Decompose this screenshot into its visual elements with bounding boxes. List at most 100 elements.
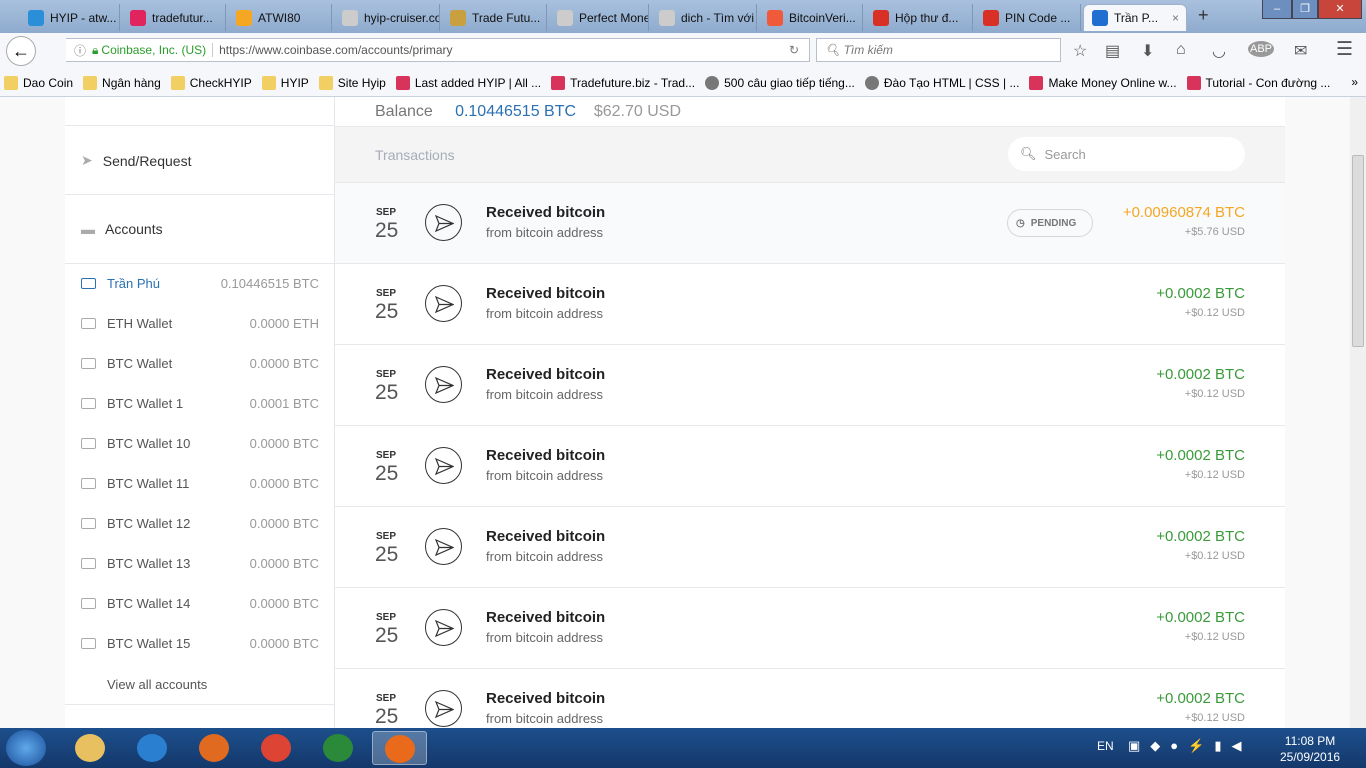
page-scrollbar[interactable] — [1350, 97, 1366, 728]
download-icon[interactable]: ⬇ — [1141, 41, 1154, 61]
transaction-amount: +0.00960874 BTC — [1122, 204, 1245, 221]
reload-icon[interactable]: ↻ — [789, 43, 799, 57]
transaction-row[interactable]: SEP 25 Received bitcoin from bitcoin addres… — [335, 587, 1285, 668]
start-button[interactable] — [6, 730, 46, 766]
menu-icon[interactable]: ☰ — [1336, 38, 1353, 61]
home-icon[interactable]: ⌂ — [1176, 41, 1186, 59]
browser-search-input[interactable]: 🔍︎ Tìm kiếm — [816, 38, 1061, 62]
bookmark-item[interactable]: Ngân hàng — [83, 75, 161, 90]
browser-tab[interactable]: ATWI80 — [228, 4, 332, 31]
received-icon — [425, 690, 462, 727]
browser-tab[interactable]: Trade Futu... — [442, 4, 547, 31]
sidebar-wallet-item[interactable]: ETH Wallet 0.0000 ETH — [81, 316, 319, 331]
transaction-row[interactable]: SEP 25 Received bitcoin from bitcoin addres… — [335, 506, 1285, 587]
bookmark-item[interactable]: Đào Tạo HTML | CSS | ... — [864, 75, 1019, 90]
tab-favicon-icon — [28, 9, 44, 26]
received-icon — [425, 285, 462, 322]
close-window-button[interactable]: ✕ — [1318, 0, 1362, 19]
transaction-row[interactable]: SEP 25 Received bitcoin from bitcoin addres… — [335, 263, 1285, 344]
pocket-icon[interactable]: ◡ — [1212, 41, 1226, 61]
new-tab-button[interactable]: + — [1198, 5, 1209, 26]
transaction-row[interactable]: SEP 25 Received bitcoin from bitcoin addres… — [335, 425, 1285, 506]
transaction-amount: +0.0002 BTC — [1156, 690, 1245, 707]
bookmark-star-icon[interactable]: ☆ — [1073, 41, 1087, 61]
bookmark-item[interactable]: Site Hyip — [318, 75, 386, 90]
taskbar-app-excel[interactable] — [310, 731, 365, 765]
extension-icon[interactable]: ✉ — [1294, 41, 1307, 61]
sidebar: ➤ Send/Request ▬ Accounts View all account… — [65, 97, 335, 728]
taskbar-app-media-player[interactable] — [186, 731, 241, 765]
bookmark-item[interactable]: CheckHYIP — [170, 75, 252, 90]
status-badge: ◷ PENDING — [1007, 209, 1093, 237]
bookmark-label: 500 câu giao tiếp tiếng... — [724, 75, 855, 90]
wallet-icon — [81, 358, 96, 369]
taskbar-app-windows-explorer[interactable] — [62, 731, 117, 765]
tab-title: tradefutur... — [152, 10, 213, 25]
transaction-usd: +$0.12 USD — [1184, 712, 1245, 724]
tab-title: BitcoinVeri... — [789, 10, 856, 25]
transactions-search-input[interactable]: 🔍︎ Search — [1008, 137, 1245, 171]
sidebar-item-send-request[interactable]: ➤ Send/Request — [81, 152, 191, 169]
scrollbar-thumb[interactable] — [1352, 155, 1364, 347]
browser-tab[interactable]: HYIP - atw... — [20, 4, 120, 31]
bookmark-item[interactable]: Tutorial - Con đường ... — [1186, 75, 1330, 90]
maximize-button[interactable]: ❐ — [1292, 0, 1318, 19]
browser-tab[interactable]: BitcoinVeri... — [759, 4, 863, 31]
browser-tab[interactable]: Trần P... × — [1083, 4, 1187, 31]
transaction-source: from bitcoin address — [486, 549, 604, 564]
browser-tab[interactable]: dich - Tìm với ... — [651, 4, 757, 31]
transaction-row[interactable]: SEP 25 Received bitcoin from bitcoin addres… — [335, 344, 1285, 425]
transaction-row[interactable]: SEP 25 Received bitcoin from bitcoin addres… — [335, 182, 1285, 263]
wallet-name: Trần Phú — [107, 276, 160, 291]
view-all-accounts-link[interactable]: View all accounts — [107, 677, 207, 692]
close-tab-icon[interactable]: × — [1172, 11, 1179, 25]
bookmark-item[interactable]: Dao Coin — [4, 75, 73, 90]
app-icon — [322, 734, 353, 762]
sidebar-wallet-item[interactable]: BTC Wallet 15 0.0000 BTC — [81, 636, 319, 651]
bookmark-item[interactable]: 500 câu giao tiếp tiếng... — [705, 75, 855, 90]
received-icon — [425, 447, 462, 484]
browser-tab[interactable]: PIN Code ... — [975, 4, 1081, 31]
tab-favicon-icon — [557, 9, 573, 26]
site-icon — [395, 75, 410, 90]
browser-tab[interactable]: Hộp thư đ... — [865, 4, 973, 31]
sidebar-wallet-item[interactable]: BTC Wallet 10 0.0000 BTC — [81, 436, 319, 451]
bookmark-item[interactable]: Make Money Online w... — [1029, 75, 1177, 90]
bookmarks-overflow-button[interactable]: » — [1351, 75, 1358, 89]
sidebar-wallet-item[interactable]: BTC Wallet 13 0.0000 BTC — [81, 556, 319, 571]
transaction-title: Received bitcoin — [486, 366, 606, 383]
minimize-button[interactable]: – — [1262, 0, 1292, 19]
sidebar-wallet-item[interactable]: BTC Wallet 14 0.0000 BTC — [81, 596, 319, 611]
sidebar-wallet-item[interactable]: BTC Wallet 1 0.0001 BTC — [81, 396, 319, 411]
taskbar-app-firefox[interactable] — [372, 731, 427, 765]
url-text[interactable]: https://www.coinbase.com/accounts/primar… — [212, 43, 453, 57]
browser-tab[interactable]: Perfect Money... — [549, 4, 649, 31]
url-bar[interactable]: ⓘ 🔒︎ Coinbase, Inc. (US) https://www.coi… — [66, 38, 810, 62]
language-indicator[interactable]: EN — [1097, 739, 1114, 753]
search-placeholder: Search — [1044, 146, 1086, 162]
taskbar-app-internet-explorer[interactable] — [124, 731, 179, 765]
wallet-icon — [81, 318, 96, 329]
browser-tab[interactable]: hyip-cruiser.co... — [334, 4, 440, 31]
adblock-icon[interactable]: ABP — [1248, 41, 1275, 57]
bookmark-label: Last added HYIP | All ... — [414, 75, 542, 90]
bookmark-item[interactable]: HYIP — [261, 75, 309, 90]
reading-list-icon[interactable]: ▤ — [1105, 41, 1120, 61]
sidebar-wallet-item[interactable]: BTC Wallet 12 0.0000 BTC — [81, 516, 319, 531]
bookmark-item[interactable]: Last added HYIP | All ... — [395, 75, 542, 90]
wallet-icon — [81, 558, 96, 569]
bookmark-item[interactable]: Tradefuture.biz - Trad... — [551, 75, 695, 90]
page-info-icon[interactable]: ⓘ — [74, 42, 86, 59]
wallet-icon — [81, 438, 96, 449]
sidebar-wallet-item[interactable]: BTC Wallet 0.0000 BTC — [81, 356, 319, 371]
tray-icons[interactable]: ▣◆●⚡▮◀ — [1128, 738, 1251, 754]
sidebar-wallet-item[interactable]: BTC Wallet 11 0.0000 BTC — [81, 476, 319, 491]
transaction-row[interactable]: SEP 25 Received bitcoin from bitcoin addres… — [335, 668, 1285, 728]
taskbar-app-chrome[interactable] — [248, 731, 303, 765]
back-button[interactable]: ← — [6, 36, 36, 66]
sidebar-item-accounts[interactable]: ▬ Accounts — [81, 221, 163, 237]
clock[interactable]: 11:08 PM 25/09/2016 — [1280, 733, 1340, 765]
sidebar-wallet-item[interactable]: Trần Phú 0.10446515 BTC — [81, 276, 319, 291]
transaction-month: SEP — [376, 450, 397, 461]
browser-tab[interactable]: tradefutur... — [122, 4, 226, 31]
